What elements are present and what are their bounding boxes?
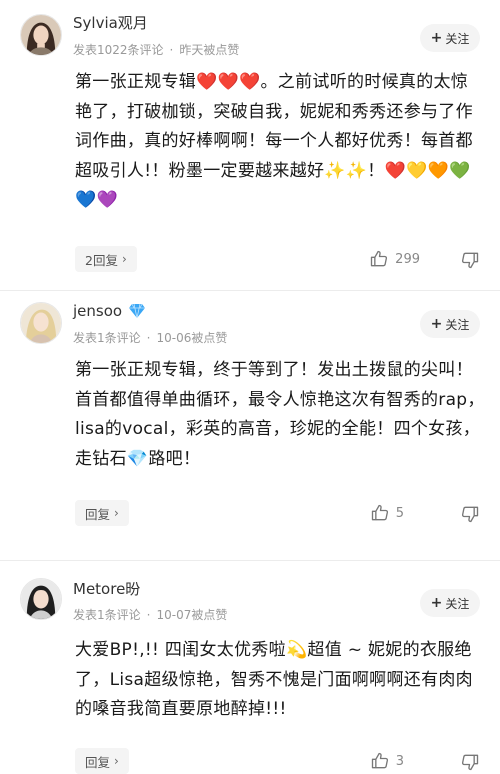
username[interactable]: Metore昐 [73, 578, 140, 599]
comment-item: Metore昐 发表1条评论 · 10-07被点赞 + 关注 大爱BP!,!! 四闺… [0, 560, 500, 774]
chevron-right-icon: › [114, 754, 119, 768]
thumbs-down-icon[interactable] [460, 504, 480, 524]
follow-button[interactable]: + 关注 [420, 589, 480, 617]
comment-text: 大爱BP!,!! 四闺女太优秀啦💫超值 ~ 妮妮的衣服绝了，Lisa超级惊艳，智… [75, 640, 473, 719]
username[interactable]: Sylvia观月 [73, 12, 148, 33]
meta-liked-time: 昨天被点赞 [179, 43, 240, 57]
avatar[interactable] [20, 14, 62, 56]
reply-button[interactable]: 2回复 › [75, 246, 137, 272]
like-button[interactable]: 3 [370, 751, 404, 771]
reply-label: 回复 [85, 506, 111, 522]
thumbs-up-icon [370, 503, 390, 523]
thumbs-down-icon[interactable] [460, 752, 480, 772]
comment-text: 第一张正规专辑，终于等到了！发出土拨鼠的尖叫！首首都值得单曲循环，最令人惊艳这次… [75, 360, 485, 469]
meta-post-count: 发表1条评论 [73, 608, 141, 622]
comment-meta: 发表1条评论 · 10-06被点赞 [73, 331, 228, 345]
meta-liked-time: 10-07被点赞 [156, 608, 228, 622]
comment-meta: 发表1条评论 · 10-07被点赞 [73, 608, 228, 622]
thumbs-up-icon [369, 249, 389, 269]
like-button[interactable]: 5 [370, 503, 404, 523]
comment-meta: 发表1022条评论 · 昨天被点赞 [73, 43, 240, 57]
follow-button[interactable]: + 关注 [420, 24, 480, 52]
like-button[interactable]: 299 [369, 249, 420, 269]
thumbs-up-icon [370, 751, 390, 771]
meta-liked-time: 10-06被点赞 [156, 331, 228, 345]
username-text: Sylvia观月 [73, 14, 148, 32]
follow-button[interactable]: + 关注 [420, 310, 480, 338]
diamond-icon [128, 303, 146, 319]
username-text: Metore昐 [73, 580, 141, 598]
reply-label: 回复 [85, 754, 111, 770]
chevron-right-icon: › [114, 506, 119, 520]
avatar[interactable] [20, 578, 62, 620]
thumbs-down-icon[interactable] [460, 250, 480, 270]
chevron-right-icon: › [121, 252, 127, 266]
follow-label: 关注 [445, 596, 470, 611]
meta-post-count: 发表1条评论 [73, 331, 141, 345]
reply-button[interactable]: 回复 › [75, 500, 129, 526]
plus-icon: + [430, 30, 443, 46]
comment-text: 第一张正规专辑❤️❤️❤️。之前试听的时候真的太惊艳了，打破枷锁，突破自我，妮妮… [75, 72, 473, 210]
comment-item: jensoo 发表1条评论 · 10-06被点赞 + 关注 第一张正规专辑，终于等到… [0, 290, 500, 560]
follow-label: 关注 [445, 31, 470, 46]
like-count: 299 [395, 251, 420, 267]
meta-post-count: 发表1022条评论 [73, 43, 164, 57]
username[interactable]: jensoo [73, 302, 146, 320]
plus-icon: + [430, 595, 443, 611]
comment-item: Sylvia观月 发表1022条评论 · 昨天被点赞 + 关注 第一张正规专辑❤️❤… [0, 0, 500, 290]
reply-label: 2回复 [85, 252, 118, 268]
username-text: jensoo [73, 302, 123, 320]
follow-label: 关注 [445, 317, 470, 332]
like-count: 3 [395, 753, 404, 769]
avatar[interactable] [20, 302, 62, 344]
like-count: 5 [395, 505, 404, 521]
plus-icon: + [430, 316, 443, 332]
reply-button[interactable]: 回复 › [75, 748, 129, 774]
